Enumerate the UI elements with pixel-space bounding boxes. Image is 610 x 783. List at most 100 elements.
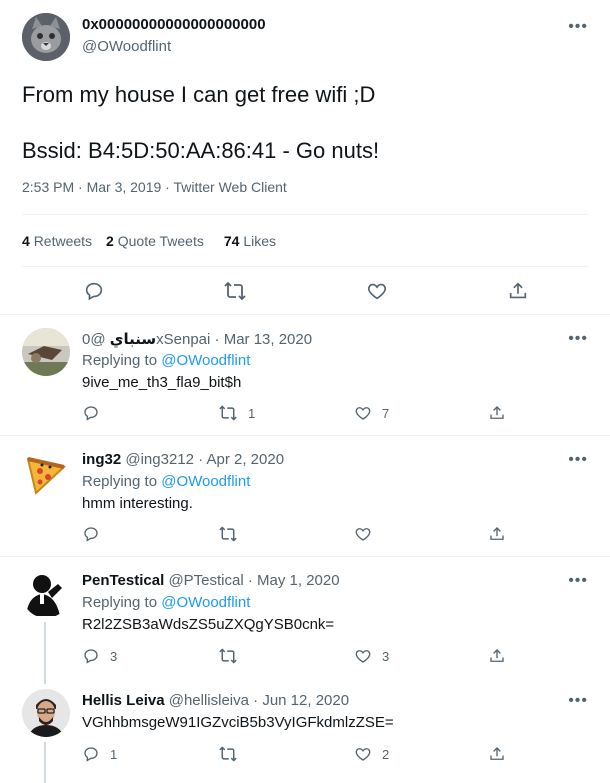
like-button[interactable]: 7 [354, 404, 389, 422]
share-button[interactable] [488, 647, 506, 665]
retweet-icon [218, 404, 238, 422]
reply-icon [82, 404, 100, 422]
avatar[interactable] [22, 449, 70, 497]
pizza-avatar-image [22, 449, 70, 497]
reply-count: 1 [110, 746, 118, 762]
reply-button[interactable]: 1 [82, 745, 117, 763]
share-button[interactable] [488, 404, 506, 422]
avatar-main[interactable] [22, 13, 70, 61]
reply-text: VGhhbmsgeW91IGZvciB5b3VyIGFkdmlzZSE= [82, 714, 394, 731]
reply-text: R2l2ZSB3aWdsZS5uZXQgYSB0cnk= [82, 616, 335, 633]
like-icon [354, 647, 372, 665]
thread-line [44, 622, 46, 684]
retweets-count: 4 [22, 233, 30, 249]
quotes-stat[interactable]: 2 Quote Tweets [106, 233, 204, 249]
retweet-icon [218, 745, 238, 763]
divider [0, 435, 610, 436]
display-name[interactable]: Hellis Leiva [82, 692, 165, 709]
more-icon[interactable]: ••• [568, 693, 588, 709]
divider [22, 214, 588, 215]
more-icon[interactable]: ••• [568, 19, 588, 35]
avatar[interactable] [22, 689, 70, 737]
share-button[interactable] [488, 525, 506, 543]
handle[interactable]: @hellisleiva [169, 692, 249, 709]
like-icon [354, 404, 372, 422]
likes-stat[interactable]: 74 Likes [224, 233, 276, 249]
handle[interactable]: @OWoodflint [82, 38, 171, 55]
handle[interactable]: @ing3212 [125, 451, 194, 468]
reply-button[interactable] [82, 404, 110, 422]
cat-avatar-image [22, 13, 70, 61]
reply-button[interactable] [82, 525, 110, 543]
retweet-button[interactable]: 1 [218, 404, 255, 422]
replying-to-link[interactable]: @OWoodflint [161, 594, 250, 611]
like-button[interactable] [354, 525, 382, 543]
divider [22, 266, 588, 267]
reply-text: 9ive_me_th3_fla9_bit$h [82, 374, 242, 391]
more-icon[interactable]: ••• [568, 452, 588, 468]
replying-to: Replying to @OWoodflint [82, 594, 250, 611]
retweet-button[interactable] [223, 280, 247, 302]
replying-to-link[interactable]: @OWoodflint [161, 473, 250, 490]
reply-header: PenTestical @PTestical · May 1, 2020 [82, 572, 340, 589]
reply-count: 3 [110, 648, 118, 664]
divider [0, 556, 610, 557]
reply-icon [83, 280, 105, 302]
timestamp[interactable]: · Mar 13, 2020 [215, 331, 313, 348]
reply-header: سنباي @0xSenpai · Mar 13, 2020 [82, 330, 312, 348]
replying-to-link[interactable]: @OWoodflint [161, 352, 250, 369]
share-button[interactable] [488, 745, 506, 763]
more-icon[interactable]: ••• [568, 331, 588, 347]
like-icon [354, 525, 372, 543]
retweet-button[interactable] [218, 647, 248, 665]
likes-count: 74 [223, 233, 240, 249]
like-count: 3 [382, 648, 390, 664]
avatar[interactable] [22, 570, 70, 618]
retweets-stat[interactable]: 4 Retweets [22, 233, 92, 249]
replying-prefix: Replying to [82, 594, 158, 611]
person-avatar-image [22, 689, 70, 737]
share-icon [488, 745, 506, 763]
engagement-stats: 4 Retweets 2 Quote Tweets 74 Likes [22, 233, 276, 249]
display-name[interactable]: PenTestical [82, 572, 164, 589]
like-button[interactable]: 2 [354, 745, 389, 763]
more-icon[interactable]: ••• [568, 573, 588, 589]
divider [0, 314, 610, 315]
silhouette-avatar-image [22, 570, 70, 618]
handle[interactable]: @PTestical [168, 572, 243, 589]
like-count: 2 [382, 746, 390, 762]
replying-prefix: Replying to [82, 352, 158, 369]
share-icon [488, 404, 506, 422]
quotes-label: Quote Tweets [117, 233, 204, 249]
avatar[interactable] [22, 328, 70, 376]
retweet-button[interactable] [218, 525, 248, 543]
reply-header: ing32 @ing3212 · Apr 2, 2020 [82, 451, 284, 468]
tweet-meta[interactable]: 2:53 PM · Mar 3, 2019 · Twitter Web Clie… [22, 179, 287, 195]
thread-line [44, 742, 46, 783]
like-icon [354, 745, 372, 763]
timestamp[interactable]: · May 1, 2020 [248, 572, 340, 589]
like-button[interactable]: 3 [354, 647, 389, 665]
share-icon [488, 525, 506, 543]
reply-header: Hellis Leiva @hellisleiva · Jun 12, 2020 [82, 692, 349, 709]
landscape-avatar-image [22, 328, 70, 376]
display-name[interactable]: 0x00000000000000000000 [82, 16, 266, 33]
retweets-label: Retweets [33, 233, 93, 249]
timestamp[interactable]: · Apr 2, 2020 [198, 451, 284, 468]
retweet-icon [218, 525, 238, 543]
display-name[interactable]: سنباي [110, 331, 156, 348]
reply-button[interactable] [83, 280, 105, 302]
share-icon [507, 280, 529, 302]
reply-icon [82, 525, 100, 543]
retweet-button[interactable] [218, 745, 248, 763]
display-name[interactable]: ing32 [82, 451, 121, 468]
like-button[interactable] [366, 280, 388, 302]
like-count: 7 [382, 405, 390, 421]
share-icon [488, 647, 506, 665]
share-button[interactable] [507, 280, 529, 302]
timestamp[interactable]: · Jun 12, 2020 [253, 692, 349, 709]
reply-text: hmm interesting. [82, 495, 193, 512]
reply-button[interactable]: 3 [82, 647, 117, 665]
reply-icon [82, 647, 100, 665]
like-icon [366, 280, 388, 302]
